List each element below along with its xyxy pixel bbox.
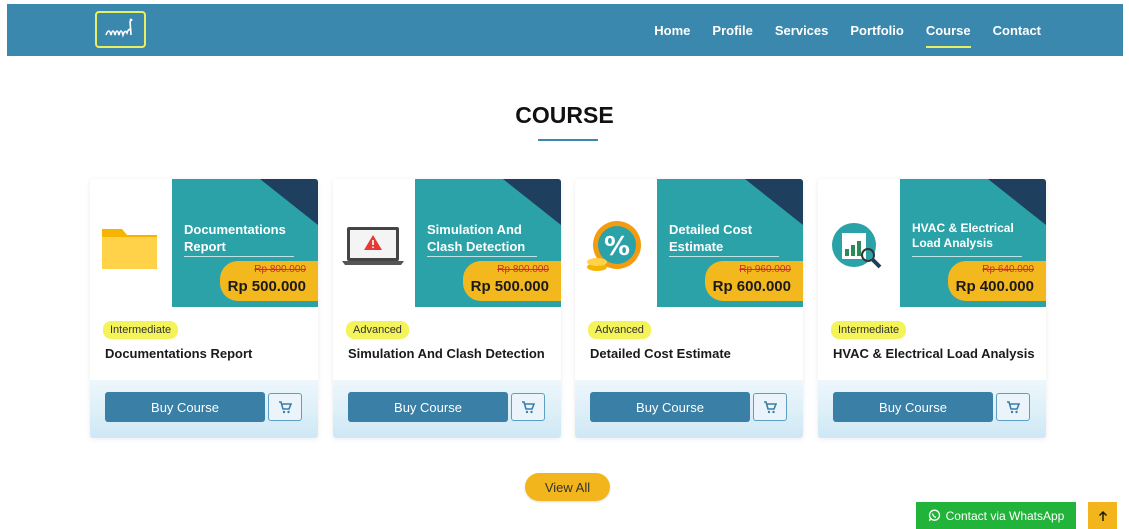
whatsapp-label: Contact via WhatsApp [945,508,1065,523]
thumbnail-title: HVAC & Electrical Load Analysis [912,221,1014,250]
level-badge: Advanced [346,321,409,339]
navbar: Home Profile Services Portfolio Course C… [7,4,1123,56]
add-to-cart-button[interactable] [511,393,545,421]
old-price: Rp 960.000 [739,264,791,275]
cart-icon [1007,400,1020,413]
cart-icon [764,400,777,413]
cart-icon [522,400,535,413]
buy-course-button[interactable]: Buy Course [590,392,750,422]
price-tag: Rp 960.000 Rp 600.000 [705,261,803,301]
thumbnail-panel: Detailed Cost Estimate Rp 960.000 Rp 600… [657,179,803,307]
nav-contact[interactable]: Contact [993,19,1041,42]
thumbnail-panel: Simulation And Clash Detection Rp 800.00… [415,179,561,307]
course-name[interactable]: Simulation And Clash Detection [348,346,545,361]
thumbnail-title: Detailed Cost Estimate [669,222,753,254]
thumbnail-title: Documentations Report [184,222,286,254]
old-price: Rp 800.000 [497,264,549,275]
brand-logo[interactable] [95,11,146,48]
arrow-up-icon [1098,510,1107,521]
course-card: Simulation And Clash Detection Rp 800.00… [333,179,561,438]
scroll-to-top-button[interactable] [1088,502,1117,529]
price-tag: Rp 800.000 Rp 500.000 [220,261,318,301]
nav-menu: Home Profile Services Portfolio Course C… [632,4,1041,56]
view-all-button[interactable]: View All [525,473,610,501]
level-badge: Advanced [588,321,651,339]
cart-icon [279,400,292,413]
new-price: Rp 400.000 [955,278,1034,295]
buy-course-button[interactable]: Buy Course [348,392,508,422]
course-name[interactable]: Detailed Cost Estimate [590,346,731,361]
laptop-warning-icon [342,227,404,265]
price-tag: Rp 640.000 Rp 400.000 [948,261,1046,301]
title-underline [538,139,598,141]
add-to-cart-button[interactable] [996,393,1030,421]
buy-course-button[interactable]: Buy Course [105,392,265,422]
whatsapp-icon [928,509,940,522]
card-footer: Buy Course [818,380,1046,438]
nav-course[interactable]: Course [925,19,971,48]
course-thumbnail[interactable]: % Detailed Cost Estimate Rp 960.000 Rp 6… [575,179,803,307]
nav-home[interactable]: Home [654,19,690,42]
course-name[interactable]: HVAC & Electrical Load Analysis [833,346,1035,361]
logo-signature-icon [104,18,132,38]
course-card: % Detailed Cost Estimate Rp 960.000 Rp 6… [575,179,803,438]
old-price: Rp 800.000 [254,264,306,275]
price-tag: Rp 800.000 Rp 500.000 [463,261,561,301]
svg-text:%: % [604,232,630,262]
add-to-cart-button[interactable] [753,393,787,421]
course-thumbnail[interactable]: Documentations Report Rp 800.000 Rp 500.… [90,179,318,307]
course-card: Documentations Report Rp 800.000 Rp 500.… [90,179,318,438]
new-price: Rp 500.000 [470,278,549,295]
nav-portfolio[interactable]: Portfolio [850,19,903,42]
whatsapp-contact-button[interactable]: Contact via WhatsApp [916,502,1076,529]
new-price: Rp 600.000 [712,278,791,295]
add-to-cart-button[interactable] [268,393,302,421]
new-price: Rp 500.000 [227,278,306,295]
level-badge: Intermediate [103,321,179,339]
section-title: COURSE [515,102,614,128]
card-footer: Buy Course [333,380,561,438]
course-card: HVAC & Electrical Load Analysis Rp 640.0… [818,179,1046,438]
course-thumbnail[interactable]: Simulation And Clash Detection Rp 800.00… [333,179,561,307]
course-thumbnail[interactable]: HVAC & Electrical Load Analysis Rp 640.0… [818,179,1046,307]
thumbnail-panel: HVAC & Electrical Load Analysis Rp 640.0… [900,179,1046,307]
buy-course-button[interactable]: Buy Course [833,392,993,422]
folder-icon [102,229,157,269]
thumbnail-panel: Documentations Report Rp 800.000 Rp 500.… [172,179,318,307]
percent-coins-icon: % [587,221,641,271]
nav-services[interactable]: Services [775,19,829,42]
course-name[interactable]: Documentations Report [105,346,252,361]
analysis-chart-icon [832,223,882,269]
card-footer: Buy Course [90,380,318,438]
nav-profile[interactable]: Profile [712,19,752,42]
old-price: Rp 640.000 [982,264,1034,275]
level-badge: Intermediate [831,321,907,339]
card-footer: Buy Course [575,380,803,438]
thumbnail-title: Simulation And Clash Detection [427,222,526,254]
